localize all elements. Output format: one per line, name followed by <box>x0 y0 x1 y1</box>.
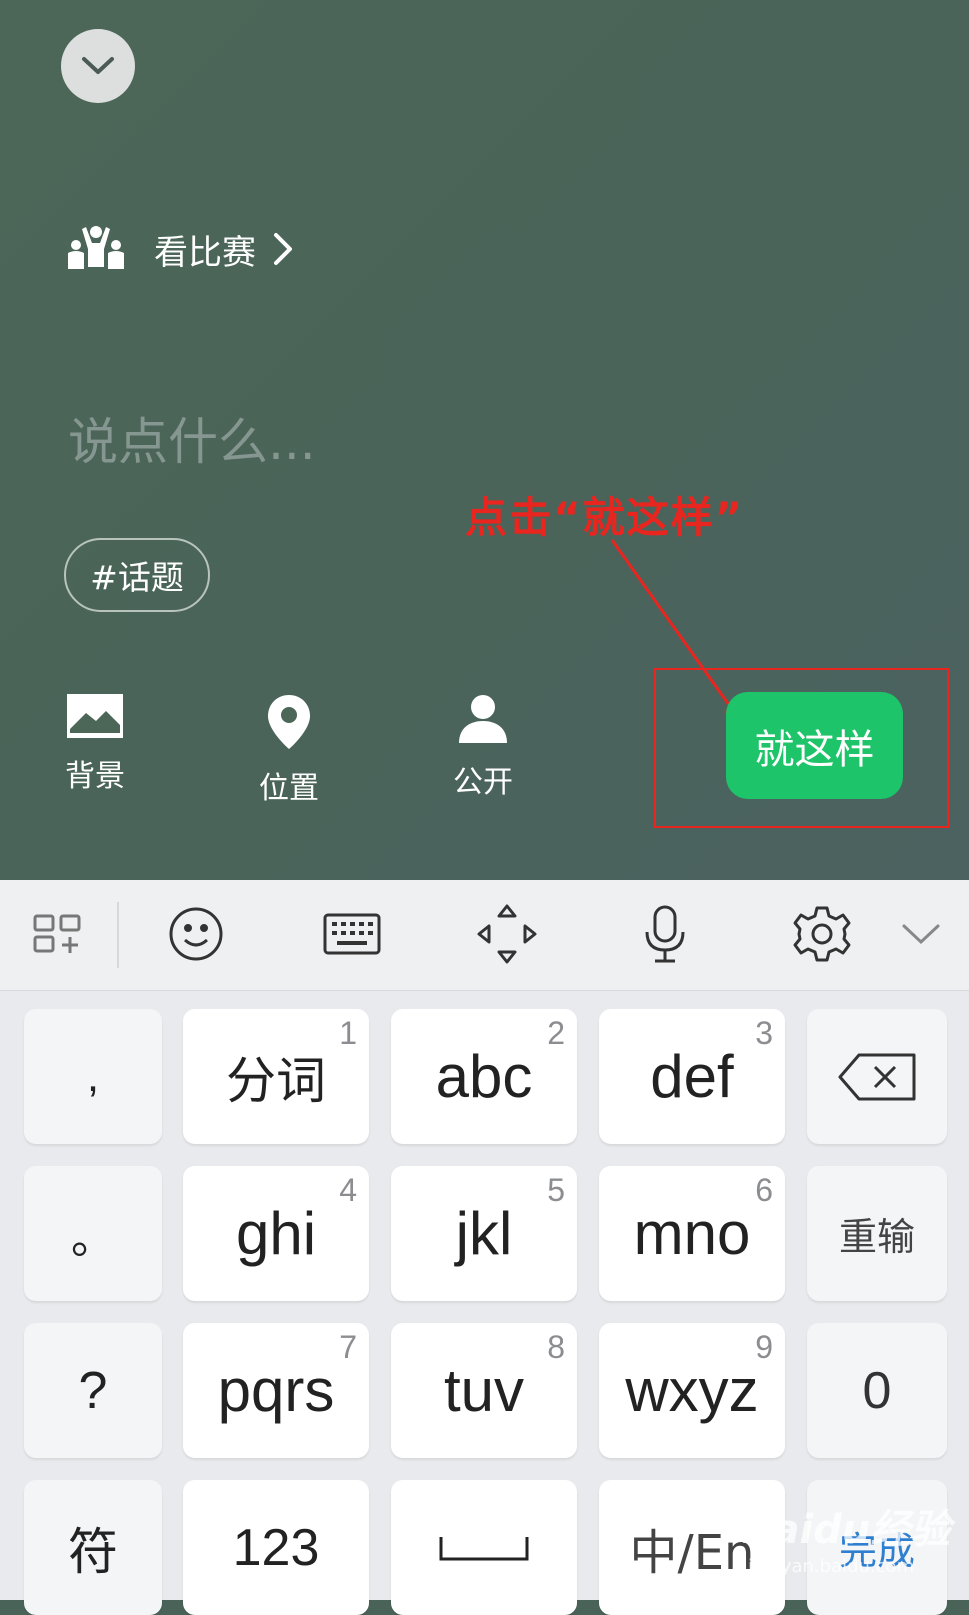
visibility-button[interactable]: 公开 <box>433 693 533 801</box>
visibility-label: 公开 <box>453 765 513 800</box>
key-label: wxyz <box>625 1357 759 1424</box>
keyboard-icon[interactable] <box>320 902 384 966</box>
image-icon <box>67 694 123 738</box>
person-icon <box>459 695 507 743</box>
key-number: 1 <box>339 1015 357 1051</box>
key-label: 中/En <box>629 1524 755 1581</box>
question-key[interactable]: ? <box>24 1323 162 1458</box>
key-label: ghi <box>235 1200 317 1267</box>
comma-key[interactable]: , <box>24 1009 162 1144</box>
settings-icon[interactable] <box>790 902 854 966</box>
key-label: 分词 <box>226 1051 326 1110</box>
key-9[interactable]: wxyz 9 <box>599 1323 785 1458</box>
keyboard-toolbar <box>0 880 969 991</box>
key-number: 3 <box>755 1015 773 1051</box>
key-label: jkl <box>455 1200 513 1267</box>
key-1[interactable]: 分词 1 <box>183 1009 369 1144</box>
key-number: 4 <box>339 1172 357 1208</box>
numbers-key[interactable]: 123 <box>183 1480 369 1615</box>
key-number: 2 <box>547 1015 565 1051</box>
keyboard: , 。 ? 符 分词 1 abc 2 def 3 ghi 4 jkl 5 mno… <box>0 991 969 1615</box>
key-number: 7 <box>339 1329 357 1365</box>
key-label: pqrs <box>217 1357 335 1424</box>
key-label: 0 <box>862 1361 892 1420</box>
key-number: 9 <box>755 1329 773 1365</box>
chevron-down-icon <box>82 57 114 74</box>
background-button[interactable]: 背景 <box>45 693 145 795</box>
space-icon <box>439 1536 529 1560</box>
reinput-key[interactable]: 重输 <box>807 1166 947 1301</box>
key-label: ? <box>78 1361 108 1420</box>
key-2[interactable]: abc 2 <box>391 1009 577 1144</box>
key-label: 重输 <box>838 1215 915 1259</box>
period-key[interactable]: 。 <box>24 1166 162 1301</box>
zero-key[interactable]: 0 <box>807 1323 947 1458</box>
key-label: 。 <box>71 1212 115 1264</box>
key-label: abc <box>435 1043 533 1110</box>
key-label: , <box>86 1051 100 1101</box>
key-3[interactable]: def 3 <box>599 1009 785 1144</box>
key-4[interactable]: ghi 4 <box>183 1166 369 1301</box>
location-label: 位置 <box>259 771 319 806</box>
key-label: 符 <box>68 1522 118 1581</box>
key-8[interactable]: tuv 8 <box>391 1323 577 1458</box>
key-label: 123 <box>232 1518 320 1577</box>
done-button[interactable]: 就这样 <box>726 692 903 799</box>
microphone-icon[interactable] <box>633 902 697 966</box>
layout-icon[interactable] <box>26 902 90 966</box>
done-key[interactable]: 完成 <box>807 1480 947 1615</box>
location-button[interactable]: 位置 <box>239 693 339 807</box>
key-label: 完成 <box>838 1529 915 1573</box>
activity-label: 看比赛 <box>154 232 256 273</box>
language-switch-key[interactable]: 中/En <box>599 1480 785 1615</box>
symbols-key[interactable]: 符 <box>24 1480 162 1615</box>
backspace-key[interactable] <box>807 1009 947 1144</box>
hide-keyboard-icon[interactable] <box>889 902 953 966</box>
key-label: tuv <box>443 1357 525 1424</box>
key-5[interactable]: jkl 5 <box>391 1166 577 1301</box>
key-6[interactable]: mno 6 <box>599 1166 785 1301</box>
key-label: mno <box>633 1200 751 1267</box>
key-7[interactable]: pqrs 7 <box>183 1323 369 1458</box>
activity-selector[interactable]: 看比赛 <box>64 222 294 276</box>
emoji-icon[interactable] <box>164 902 228 966</box>
collapse-button[interactable] <box>61 29 135 103</box>
chevron-right-icon <box>274 233 292 265</box>
key-number: 8 <box>547 1329 565 1365</box>
people-cheering-icon <box>68 226 124 269</box>
annotation-text: 点击“就这样” <box>465 493 745 542</box>
key-label: def <box>650 1043 734 1110</box>
compose-input[interactable] <box>66 412 630 472</box>
key-number: 5 <box>547 1172 565 1208</box>
location-pin-icon <box>268 695 310 749</box>
toolbar-divider <box>117 902 119 968</box>
space-key[interactable] <box>391 1480 577 1615</box>
topic-button[interactable]: #话题 <box>64 538 210 612</box>
background-label: 背景 <box>65 759 125 794</box>
key-number: 6 <box>755 1172 773 1208</box>
backspace-icon <box>838 1053 916 1100</box>
cursor-move-icon[interactable] <box>475 902 539 966</box>
